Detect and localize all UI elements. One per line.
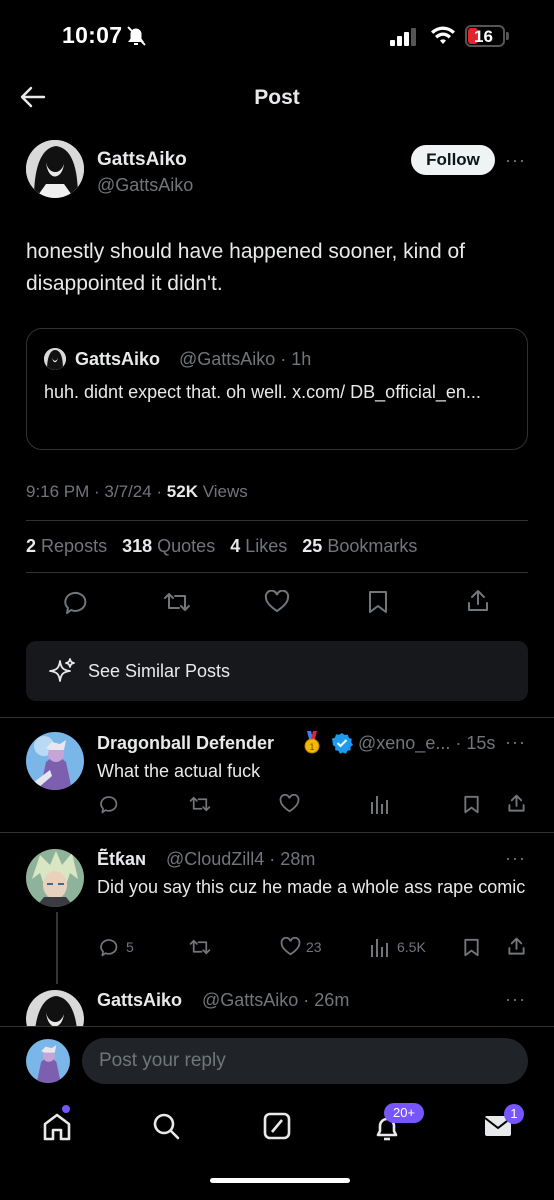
views-count: 52K bbox=[166, 482, 198, 501]
follow-button[interactable]: Follow bbox=[411, 145, 495, 175]
like-heart-icon[interactable] bbox=[279, 794, 300, 814]
reply-handle-time: @xeno_e... · 15s bbox=[358, 733, 496, 753]
reposts-stat[interactable]: 2 Reposts bbox=[26, 536, 107, 556]
divider bbox=[26, 520, 528, 521]
bottom-tab-bar: 20+ 1 bbox=[0, 1092, 554, 1200]
post-meta: 9:16 PM · 3/7/24 · 52K Views bbox=[26, 482, 248, 502]
reply-count: 5 bbox=[126, 939, 134, 955]
share-icon[interactable] bbox=[507, 937, 526, 956]
views-count: 6.5K bbox=[397, 939, 426, 955]
see-similar-posts-button[interactable]: See Similar Posts bbox=[26, 641, 528, 701]
repost-icon[interactable] bbox=[189, 794, 211, 814]
verified-badge-icon bbox=[331, 732, 353, 754]
reply-avatar[interactable] bbox=[26, 732, 84, 790]
post-text: honestly should have happened sooner, ki… bbox=[26, 240, 466, 295]
wifi-icon bbox=[430, 26, 456, 46]
status-time: 10:07 bbox=[62, 22, 123, 48]
see-similar-label: See Similar Posts bbox=[88, 661, 231, 681]
my-avatar[interactable] bbox=[26, 1039, 70, 1083]
more-options-icon[interactable]: ··· bbox=[505, 989, 526, 1010]
home-indicator bbox=[210, 1178, 350, 1183]
views-chart-icon[interactable] bbox=[371, 796, 389, 814]
bookmarks-stat[interactable]: 25 Bookmarks bbox=[302, 536, 417, 556]
grok-icon[interactable] bbox=[263, 1112, 291, 1140]
notifications-badge: 20+ bbox=[384, 1103, 424, 1123]
reply-author-name[interactable]: Dragonball Defender bbox=[97, 733, 274, 754]
messages-badge: 1 bbox=[504, 1104, 524, 1124]
page-title: Post bbox=[254, 86, 300, 109]
search-icon[interactable] bbox=[152, 1112, 180, 1140]
divider bbox=[26, 572, 528, 573]
reply-text: Did you say this cuz he made a whole ass… bbox=[97, 877, 526, 897]
like-heart-icon[interactable] bbox=[264, 590, 290, 614]
repost-icon[interactable] bbox=[189, 937, 211, 957]
engagement-stats: 2 Reposts 318 Quotes 4 Likes 25 Bookmark… bbox=[26, 536, 417, 557]
status-bar: 10:07 16 bbox=[0, 0, 554, 72]
home-notification-dot bbox=[62, 1105, 70, 1113]
repost-icon[interactable] bbox=[163, 590, 191, 614]
bookmark-icon[interactable] bbox=[463, 938, 480, 957]
reply-icon[interactable] bbox=[100, 937, 120, 957]
quoted-author-avatar bbox=[44, 348, 66, 370]
like-count: 23 bbox=[306, 939, 322, 955]
quoted-post-card[interactable]: GattsAiko @GattsAiko · 1h huh. didnt exp… bbox=[26, 328, 528, 450]
quotes-stat[interactable]: 318 Quotes bbox=[122, 536, 215, 556]
reply-icon[interactable] bbox=[100, 794, 120, 814]
post-timestamp: 9:16 PM · 3/7/24 · bbox=[26, 482, 167, 501]
reply-avatar[interactable] bbox=[26, 990, 84, 1026]
reply-composer: Post your reply bbox=[0, 1026, 554, 1092]
svg-text:1: 1 bbox=[309, 743, 315, 753]
medal-icon: 1 bbox=[303, 731, 321, 755]
reply-icon[interactable] bbox=[64, 590, 90, 614]
reply-author-name[interactable]: Ẽ̈tƙaɴ bbox=[97, 849, 146, 870]
reply-author-name[interactable]: GattsAiko bbox=[97, 990, 182, 1011]
sparkle-icon bbox=[48, 657, 76, 685]
quoted-text: huh. didnt expect that. oh well. x.com/ … bbox=[44, 382, 481, 402]
quoted-handle-time: @GattsAiko · 1h bbox=[179, 349, 312, 369]
reply-item[interactable]: GattsAiko @GattsAiko · 26m ··· bbox=[0, 974, 554, 1026]
like-heart-icon[interactable] bbox=[280, 937, 301, 957]
bookmark-icon[interactable] bbox=[367, 590, 389, 614]
battery-icon: 16 bbox=[465, 25, 505, 47]
views-label: Views bbox=[197, 482, 248, 501]
more-options-icon[interactable]: ··· bbox=[505, 150, 526, 171]
quoted-author-name: GattsAiko bbox=[75, 349, 161, 369]
bookmark-icon[interactable] bbox=[463, 795, 480, 814]
author-handle[interactable]: @GattsAiko bbox=[97, 175, 193, 196]
share-icon[interactable] bbox=[507, 794, 526, 813]
bell-muted-icon bbox=[124, 24, 148, 48]
reply-handle-time: @CloudZill4 · 28m bbox=[166, 849, 316, 869]
reply-avatar[interactable] bbox=[26, 849, 84, 907]
share-icon[interactable] bbox=[466, 589, 490, 613]
more-options-icon[interactable]: ··· bbox=[505, 848, 526, 869]
author-name[interactable]: GattsAiko bbox=[97, 149, 187, 171]
cellular-signal-icon bbox=[390, 28, 418, 46]
more-options-icon[interactable]: ··· bbox=[505, 732, 526, 753]
likes-stat[interactable]: 4 Likes bbox=[230, 536, 287, 556]
reply-item[interactable]: Dragonball Defender 1 @xeno_e... · 15s ·… bbox=[0, 718, 554, 832]
reply-input[interactable]: Post your reply bbox=[82, 1038, 528, 1084]
reply-handle-time: @GattsAiko · 26m bbox=[202, 990, 350, 1010]
battery-level: 16 bbox=[474, 27, 493, 46]
views-chart-icon[interactable] bbox=[371, 939, 389, 957]
reply-item[interactable]: Ẽ̈tƙaɴ @CloudZill4 · 28m ··· Did you say… bbox=[0, 833, 554, 973]
reply-text: What the actual fuck bbox=[97, 761, 261, 781]
author-avatar[interactable] bbox=[26, 140, 84, 198]
home-icon[interactable] bbox=[42, 1112, 72, 1142]
